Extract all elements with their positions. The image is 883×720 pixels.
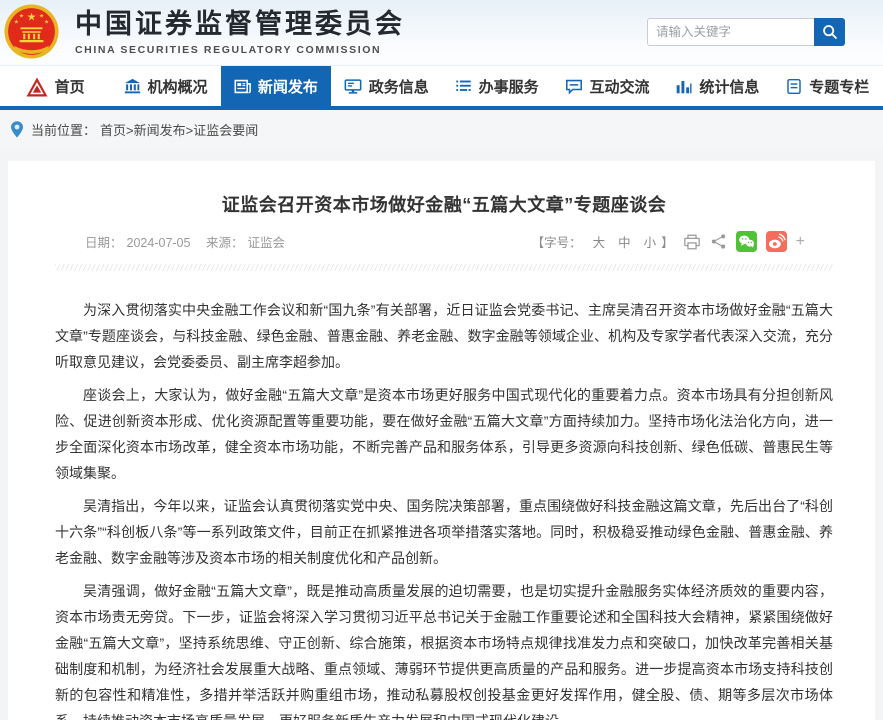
main-nav: 首页 机构概况 新闻发布 [0, 65, 883, 110]
share-icon[interactable] [710, 233, 727, 250]
nav-item-statistics[interactable]: 统计信息 [662, 66, 772, 110]
source-value: 证监会 [247, 236, 285, 250]
svg-text:★: ★ [14, 19, 19, 25]
font-size-large-button[interactable]: 大 [593, 232, 606, 251]
service-list-icon [455, 78, 472, 95]
nav-label: 互动交流 [590, 76, 650, 97]
font-size-suffix: 】 [661, 232, 674, 251]
national-emblem-icon: ★ ★ ★ ★ ★ [4, 4, 59, 64]
newspaper-icon [234, 78, 251, 95]
nav-item-services[interactable]: 办事服务 [442, 66, 552, 110]
font-size-prefix: 【字号： [532, 232, 582, 251]
nav-label: 首页 [55, 76, 85, 97]
site-title: 中国证券监督管理委员会 [75, 9, 405, 40]
breadcrumb-path[interactable]: 首页>新闻发布>证监会要闻 [100, 120, 258, 139]
chat-bubble-icon [565, 78, 583, 95]
site-subtitle: CHINA SECURITIES REGULATORY COMMISSION [75, 44, 405, 56]
svg-text:★: ★ [44, 19, 49, 25]
site-brand: 中国证券监督管理委员会 CHINA SECURITIES REGULATORY … [75, 9, 405, 56]
date-label: 日期： [85, 236, 123, 250]
date-value: 2024-07-05 [127, 236, 191, 250]
more-share-button[interactable]: + [796, 234, 805, 250]
nav-label: 办事服务 [479, 76, 539, 97]
bar-chart-icon [675, 78, 692, 95]
nav-label: 统计信息 [699, 76, 759, 97]
bank-icon [124, 78, 141, 95]
search-input[interactable] [647, 18, 814, 46]
article-paragraph: 座谈会上，大家认为，做好金融“五篇大文章”是资本市场更好服务中国式现代化的重要着… [55, 382, 833, 486]
separator [55, 264, 833, 271]
nav-label: 新闻发布 [258, 76, 318, 97]
nav-label: 专题专栏 [809, 76, 869, 97]
search-icon [822, 24, 838, 40]
breadcrumb: 当前位置： 首页>新闻发布>证监会要闻 [0, 110, 883, 148]
nav-item-interaction[interactable]: 互动交流 [552, 66, 662, 110]
article-body: 为深入贯彻落实中央金融工作会议和新“国九条”有关部署，近日证监会党委书记、主席吴… [55, 297, 833, 720]
csrc-logo-icon [26, 77, 48, 97]
article-card: 证监会召开资本市场做好金融“五篇大文章”专题座谈会 日期： 2024-07-05 … [8, 161, 875, 720]
svg-text:★: ★ [19, 13, 24, 19]
content-area: 证监会召开资本市场做好金融“五篇大文章”专题座谈会 日期： 2024-07-05 … [0, 161, 883, 720]
source-label: 来源： [206, 236, 244, 250]
article-toolbar: 【字号： 大 中 小 】 [532, 231, 805, 252]
font-size-medium-button[interactable]: 中 [618, 232, 631, 251]
nav-label: 政务信息 [369, 76, 429, 97]
topics-doc-icon [786, 78, 802, 95]
location-pin-icon [10, 121, 24, 138]
article-title: 证监会召开资本市场做好金融“五篇大文章”专题座谈会 [55, 191, 833, 217]
site-header: ★ ★ ★ ★ ★ 中国证券监督管理委员会 CHINA SECURITIES R… [0, 0, 883, 65]
article-paragraph: 吴清指出，今年以来，证监会认真贯彻落实党中央、国务院决策部署，重点围绕做好科技金… [55, 493, 833, 571]
font-size-small-button[interactable]: 小 [644, 232, 657, 251]
nav-item-gov-info[interactable]: 政务信息 [331, 66, 441, 110]
article-meta-left: 日期： 2024-07-05 来源：证监会 [85, 232, 289, 251]
article-meta-row: 日期： 2024-07-05 来源：证监会 【字号： 大 中 小 】 [55, 231, 833, 252]
nav-label: 机构概况 [148, 76, 208, 97]
article-paragraph: 吴清强调，做好金融“五篇大文章”，既是推动高质量发展的迫切需要，也是切实提升金融… [55, 578, 833, 720]
print-icon[interactable] [683, 233, 701, 251]
weibo-share-icon[interactable] [766, 231, 787, 252]
nav-item-about[interactable]: 机构概况 [110, 66, 220, 110]
svg-text:★: ★ [27, 11, 37, 24]
nav-item-news[interactable]: 新闻发布 [221, 66, 331, 110]
monitor-icon [344, 78, 362, 95]
search-button[interactable] [814, 18, 845, 46]
wechat-share-icon[interactable] [736, 231, 757, 252]
nav-item-topics[interactable]: 专题专栏 [773, 66, 883, 110]
article-paragraph: 为深入贯彻落实中央金融工作会议和新“国九条”有关部署，近日证监会党委书记、主席吴… [55, 297, 833, 375]
breadcrumb-label: 当前位置： [31, 120, 96, 139]
search-box [647, 18, 845, 46]
nav-item-home[interactable]: 首页 [0, 66, 110, 110]
